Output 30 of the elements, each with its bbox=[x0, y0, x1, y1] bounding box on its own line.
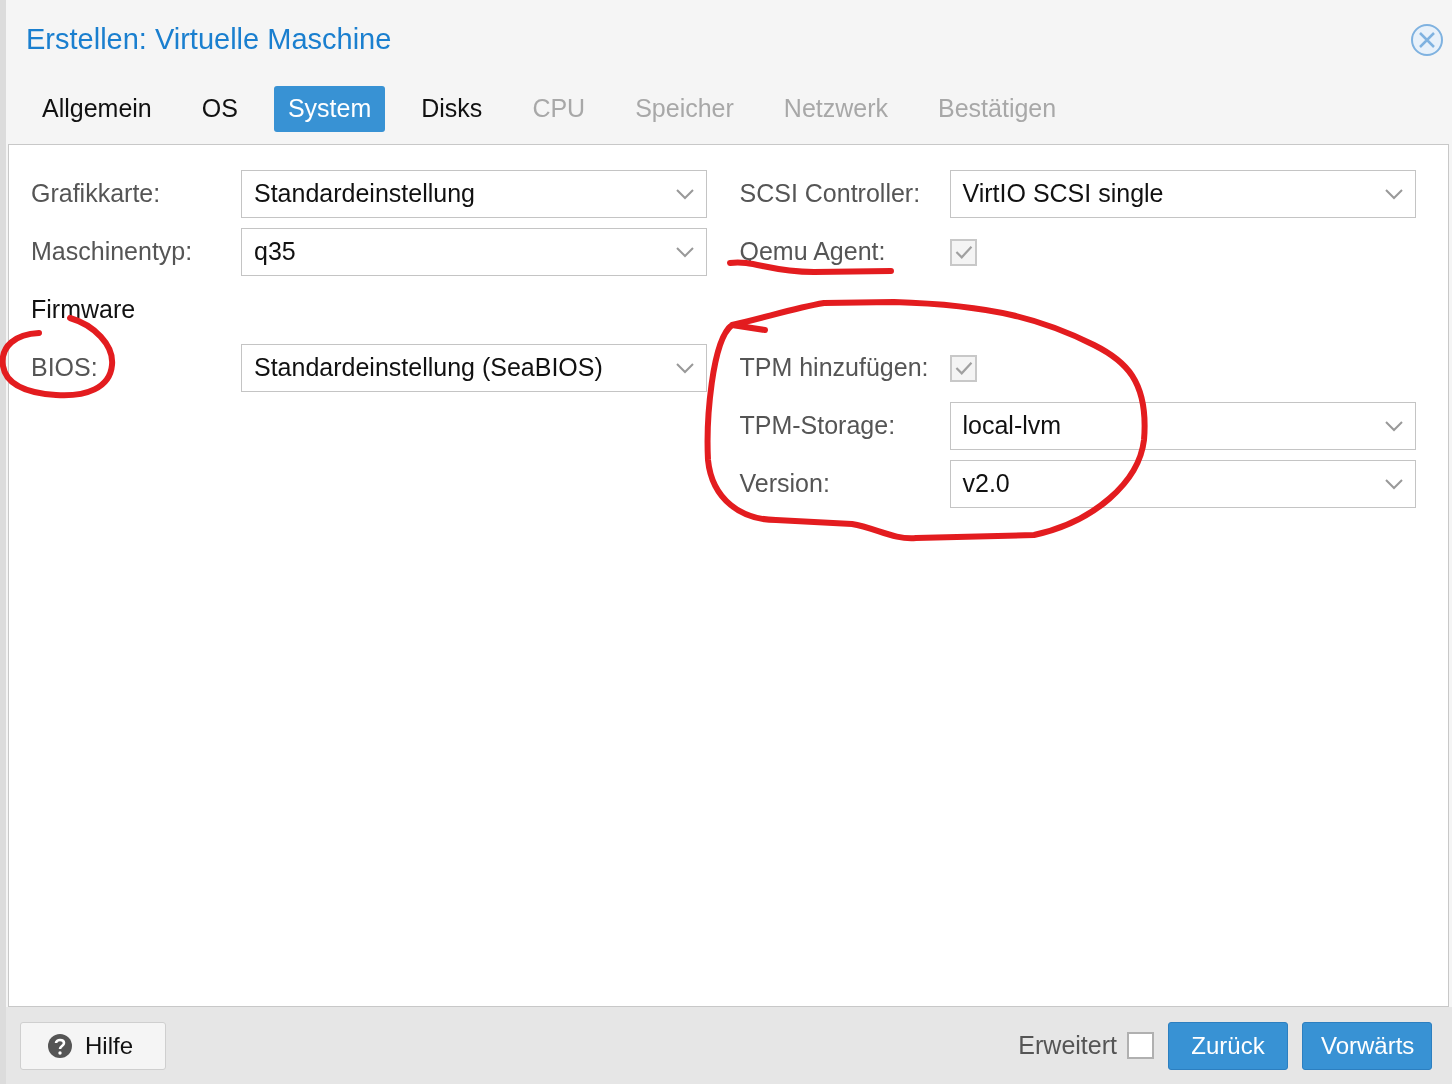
close-icon[interactable] bbox=[1410, 23, 1444, 57]
field-label: Grafikkarte: bbox=[31, 180, 161, 208]
help-button[interactable]: Hilfe bbox=[20, 1021, 166, 1070]
section-heading: Firmware bbox=[31, 294, 136, 326]
tab[interactable]: OS bbox=[187, 86, 252, 132]
dropdown-field[interactable]: q35 bbox=[241, 228, 707, 276]
chevron-down-icon bbox=[1384, 478, 1403, 490]
field-label: TPM-Storage: bbox=[739, 412, 896, 440]
tab[interactable]: Disks bbox=[407, 86, 497, 132]
dropdown-field[interactable]: v2.0 bbox=[949, 460, 1416, 508]
chevron-down-icon bbox=[676, 246, 694, 258]
tab[interactable]: Allgemein bbox=[28, 86, 166, 132]
field-label: BIOS: bbox=[31, 354, 98, 382]
checkbox-label: Erweitert bbox=[1018, 1029, 1117, 1061]
field-label: TPM hinzufügen: bbox=[739, 354, 929, 382]
field-label: Maschinentyp: bbox=[31, 238, 193, 266]
dropdown-field[interactable]: Standardeinstellung bbox=[241, 170, 707, 218]
chevron-down-icon bbox=[1384, 188, 1403, 200]
dropdown-field[interactable]: VirtIO SCSI single bbox=[949, 170, 1416, 218]
dropdown-field[interactable]: Standardeinstellung (SeaBIOS) bbox=[241, 344, 707, 392]
field-label: SCSI Controller: bbox=[739, 180, 921, 208]
chevron-down-icon bbox=[676, 188, 694, 200]
help-icon bbox=[47, 1032, 73, 1059]
field-label: Version: bbox=[739, 470, 830, 498]
chevron-down-icon bbox=[676, 362, 694, 374]
field-label: Qemu Agent: bbox=[739, 238, 886, 266]
chevron-down-icon bbox=[1384, 420, 1403, 432]
checkbox[interactable] bbox=[1127, 1032, 1154, 1059]
dialog-title: Erstellen: Virtuelle Maschine bbox=[26, 22, 392, 58]
dropdown-field[interactable]: local-lvm bbox=[949, 402, 1416, 450]
